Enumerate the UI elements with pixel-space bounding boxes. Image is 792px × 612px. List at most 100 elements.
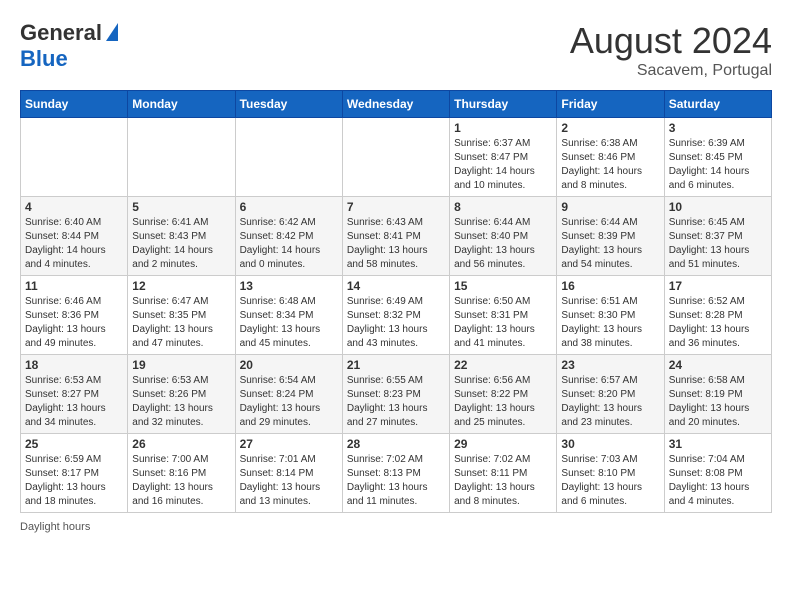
calendar-cell [128,118,235,197]
day-number: 9 [561,200,659,214]
day-number: 10 [669,200,767,214]
day-info: Sunrise: 6:54 AM Sunset: 8:24 PM Dayligh… [240,374,338,430]
day-info: Sunrise: 6:38 AM Sunset: 8:46 PM Dayligh… [561,137,659,193]
day-info: Sunrise: 6:56 AM Sunset: 8:22 PM Dayligh… [454,374,552,430]
calendar-cell: 17 Sunrise: 6:52 AM Sunset: 8:28 PM Dayli… [664,276,771,355]
day-info: Sunrise: 7:03 AM Sunset: 8:10 PM Dayligh… [561,453,659,509]
calendar-cell: 23 Sunrise: 6:57 AM Sunset: 8:20 PM Dayli… [557,355,664,434]
day-number: 23 [561,358,659,372]
day-number: 16 [561,279,659,293]
calendar-cell: 10 Sunrise: 6:45 AM Sunset: 8:37 PM Dayli… [664,197,771,276]
day-info: Sunrise: 6:42 AM Sunset: 8:42 PM Dayligh… [240,216,338,272]
day-info: Sunrise: 7:00 AM Sunset: 8:16 PM Dayligh… [132,453,230,509]
calendar-week-row: 4 Sunrise: 6:40 AM Sunset: 8:44 PM Daylig… [21,197,772,276]
calendar-cell: 22 Sunrise: 6:56 AM Sunset: 8:22 PM Dayli… [450,355,557,434]
calendar-cell [21,118,128,197]
calendar-col-friday: Friday [557,91,664,118]
day-number: 27 [240,437,338,451]
calendar-cell: 26 Sunrise: 7:00 AM Sunset: 8:16 PM Dayli… [128,434,235,513]
calendar-cell: 7 Sunrise: 6:43 AM Sunset: 8:41 PM Daylig… [342,197,449,276]
calendar-header-row: SundayMondayTuesdayWednesdayThursdayFrid… [21,91,772,118]
calendar-col-sunday: Sunday [21,91,128,118]
calendar-cell: 15Sunrise: 6:50 AM Sunset: 8:31 PM Dayli… [450,276,557,355]
day-info: Sunrise: 6:52 AM Sunset: 8:28 PM Dayligh… [669,295,767,351]
day-info: Sunrise: 6:58 AM Sunset: 8:19 PM Dayligh… [669,374,767,430]
day-number: 28 [347,437,445,451]
day-number: 2 [561,121,659,135]
day-number: 22 [454,358,552,372]
calendar-cell: 12 Sunrise: 6:47 AM Sunset: 8:35 PM Dayli… [128,276,235,355]
calendar-col-thursday: Thursday [450,91,557,118]
day-info: Sunrise: 6:44 AM Sunset: 8:40 PM Dayligh… [454,216,552,272]
calendar-cell [235,118,342,197]
calendar-cell [342,118,449,197]
day-info: Sunrise: 6:48 AM Sunset: 8:34 PM Dayligh… [240,295,338,351]
day-info: Sunrise: 6:55 AM Sunset: 8:23 PM Dayligh… [347,374,445,430]
calendar-cell: 27Sunrise: 7:01 AM Sunset: 8:14 PM Dayli… [235,434,342,513]
calendar-col-tuesday: Tuesday [235,91,342,118]
calendar-cell: 18Sunrise: 6:53 AM Sunset: 8:27 PM Dayli… [21,355,128,434]
daylight-hours-label: Daylight hours [20,521,90,533]
calendar-week-row: 1 Sunrise: 6:37 AM Sunset: 8:47 PM Daylig… [21,118,772,197]
calendar-cell: 9 Sunrise: 6:44 AM Sunset: 8:39 PM Daylig… [557,197,664,276]
day-number: 31 [669,437,767,451]
calendar-cell: 30Sunrise: 7:03 AM Sunset: 8:10 PM Dayli… [557,434,664,513]
calendar-week-row: 11 Sunrise: 6:46 AM Sunset: 8:36 PM Dayli… [21,276,772,355]
day-info: Sunrise: 6:51 AM Sunset: 8:30 PM Dayligh… [561,295,659,351]
calendar-cell: 28Sunrise: 7:02 AM Sunset: 8:13 PM Dayli… [342,434,449,513]
calendar-cell: 8Sunrise: 6:44 AM Sunset: 8:40 PM Daylig… [450,197,557,276]
day-info: Sunrise: 6:39 AM Sunset: 8:45 PM Dayligh… [669,137,767,193]
calendar-cell: 29 Sunrise: 7:02 AM Sunset: 8:11 PM Dayli… [450,434,557,513]
calendar-cell: 2 Sunrise: 6:38 AM Sunset: 8:46 PM Daylig… [557,118,664,197]
day-info: Sunrise: 6:49 AM Sunset: 8:32 PM Dayligh… [347,295,445,351]
day-number: 7 [347,200,445,214]
day-number: 5 [132,200,230,214]
day-number: 4 [25,200,123,214]
day-info: Sunrise: 7:02 AM Sunset: 8:11 PM Dayligh… [454,453,552,509]
day-info: Sunrise: 6:41 AM Sunset: 8:43 PM Dayligh… [132,216,230,272]
day-number: 1 [454,121,552,135]
day-number: 11 [25,279,123,293]
location-subtitle: Sacavem, Portugal [570,62,772,80]
footer: Daylight hours [20,521,772,533]
calendar-cell: 21 Sunrise: 6:55 AM Sunset: 8:23 PM Dayli… [342,355,449,434]
calendar-col-wednesday: Wednesday [342,91,449,118]
day-number: 19 [132,358,230,372]
day-info: Sunrise: 6:53 AM Sunset: 8:27 PM Dayligh… [25,374,123,430]
day-info: Sunrise: 6:40 AM Sunset: 8:44 PM Dayligh… [25,216,123,272]
day-number: 12 [132,279,230,293]
day-info: Sunrise: 6:47 AM Sunset: 8:35 PM Dayligh… [132,295,230,351]
day-info: Sunrise: 6:37 AM Sunset: 8:47 PM Dayligh… [454,137,552,193]
day-number: 21 [347,358,445,372]
logo-general-text: General [20,20,102,46]
page-header: General Blue August 2024 Sacavem, Portug… [20,20,772,80]
calendar-cell: 16 Sunrise: 6:51 AM Sunset: 8:30 PM Dayli… [557,276,664,355]
day-number: 25 [25,437,123,451]
day-number: 17 [669,279,767,293]
logo: General Blue [20,20,118,72]
day-number: 14 [347,279,445,293]
title-block: August 2024 Sacavem, Portugal [570,20,772,80]
day-number: 26 [132,437,230,451]
day-info: Sunrise: 6:53 AM Sunset: 8:26 PM Dayligh… [132,374,230,430]
logo-triangle-icon [106,23,118,41]
day-info: Sunrise: 6:57 AM Sunset: 8:20 PM Dayligh… [561,374,659,430]
calendar-cell: 6Sunrise: 6:42 AM Sunset: 8:42 PM Daylig… [235,197,342,276]
calendar-cell: 24 Sunrise: 6:58 AM Sunset: 8:19 PM Dayli… [664,355,771,434]
calendar-cell: 4 Sunrise: 6:40 AM Sunset: 8:44 PM Daylig… [21,197,128,276]
day-info: Sunrise: 6:45 AM Sunset: 8:37 PM Dayligh… [669,216,767,272]
day-info: Sunrise: 6:44 AM Sunset: 8:39 PM Dayligh… [561,216,659,272]
calendar-cell: 20Sunrise: 6:54 AM Sunset: 8:24 PM Dayli… [235,355,342,434]
calendar-cell: 5 Sunrise: 6:41 AM Sunset: 8:43 PM Daylig… [128,197,235,276]
calendar-cell: 11 Sunrise: 6:46 AM Sunset: 8:36 PM Dayli… [21,276,128,355]
calendar-cell: 25Sunrise: 6:59 AM Sunset: 8:17 PM Dayli… [21,434,128,513]
calendar-cell: 14 Sunrise: 6:49 AM Sunset: 8:32 PM Dayli… [342,276,449,355]
day-number: 29 [454,437,552,451]
day-number: 13 [240,279,338,293]
day-number: 24 [669,358,767,372]
day-info: Sunrise: 6:43 AM Sunset: 8:41 PM Dayligh… [347,216,445,272]
day-info: Sunrise: 6:46 AM Sunset: 8:36 PM Dayligh… [25,295,123,351]
day-info: Sunrise: 6:50 AM Sunset: 8:31 PM Dayligh… [454,295,552,351]
calendar-cell: 19 Sunrise: 6:53 AM Sunset: 8:26 PM Dayli… [128,355,235,434]
calendar-cell: 1 Sunrise: 6:37 AM Sunset: 8:47 PM Daylig… [450,118,557,197]
